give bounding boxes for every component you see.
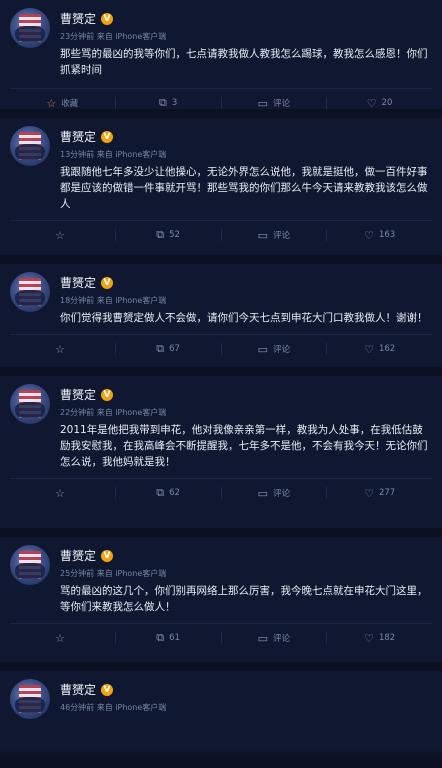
weibo-feed: 曹赟定 V 23分钟前 来自 iPhone客户端 那些骂的最凶的我等你们，七点请… xyxy=(0,0,442,768)
repost-count: 67 xyxy=(169,344,180,354)
post-time: 13分钟前 xyxy=(60,150,95,159)
repost-count: 62 xyxy=(169,488,180,498)
like-button[interactable]: ♡ 182 xyxy=(327,624,432,652)
post-text: 我跟随他七年多没少让他操心，无论外界怎么说他，我就是挺他，做一百件好事都是应该的… xyxy=(60,166,428,210)
like-button[interactable]: ♡ 162 xyxy=(327,335,432,363)
like-button[interactable]: ♡ 20 xyxy=(327,89,432,117)
post-card: 曹赟定 V 18分钟前 来自 iPhone客户端 你们觉得我曹赟定做人不会做，请… xyxy=(0,264,442,367)
repost-icon: ⧉ xyxy=(158,96,167,109)
repost-count: 52 xyxy=(169,230,180,240)
comment-button[interactable]: ▭ 评论 xyxy=(222,89,327,117)
like-count: 20 xyxy=(381,98,393,108)
avatar[interactable] xyxy=(10,8,50,48)
post-card: 曹赟定 V 46分钟前 来自 iPhone客户端 xyxy=(0,671,442,759)
comment-button[interactable]: ▭ 评论 xyxy=(222,479,327,507)
verified-badge-icon: V xyxy=(101,549,114,562)
post-card: 曹赟定 V 22分钟前 来自 iPhone客户端 2011年是他把我带到申花，他… xyxy=(0,376,442,528)
favorite-label: 收藏 xyxy=(61,99,79,109)
post-card: 曹赟定 V 13分钟前 来自 iPhone客户端 我跟随他七年多没少让他操心，无… xyxy=(0,118,442,255)
repost-button[interactable]: ⧉ 3 xyxy=(116,89,221,117)
repost-button[interactable]: ⧉ 67 xyxy=(116,335,221,363)
comment-icon: ▭ xyxy=(257,342,269,356)
comment-icon: ▭ xyxy=(257,96,269,110)
comment-label: 评论 xyxy=(273,345,291,355)
like-icon: ♡ xyxy=(364,631,374,645)
comment-icon: ▭ xyxy=(257,486,269,500)
post-time: 25分钟前 xyxy=(60,569,95,578)
repost-icon: ⧉ xyxy=(156,631,165,644)
post-text: 骂的最凶的这几个，你们别再网络上那么厉害，我今晚七点就在申花大门这里，等你们来教… xyxy=(60,585,428,613)
star-icon: ☆ xyxy=(54,631,65,645)
repost-count: 61 xyxy=(169,633,180,643)
like-icon: ♡ xyxy=(364,342,374,356)
avatar[interactable] xyxy=(10,272,50,312)
favorite-button[interactable]: ☆ xyxy=(10,624,115,652)
like-icon: ♡ xyxy=(364,486,374,500)
user-name[interactable]: 曹赟定 xyxy=(60,681,96,698)
comment-button[interactable]: ▭ 评论 xyxy=(222,221,327,249)
favorite-button[interactable]: ☆ 收藏 xyxy=(10,89,115,117)
avatar[interactable] xyxy=(10,679,50,719)
star-icon: ☆ xyxy=(46,96,57,110)
like-count: 277 xyxy=(378,488,396,498)
user-name[interactable]: 曹赟定 xyxy=(60,128,96,145)
star-icon: ☆ xyxy=(54,228,65,242)
user-name[interactable]: 曹赟定 xyxy=(60,547,96,564)
comment-label: 评论 xyxy=(273,634,291,644)
comment-label: 评论 xyxy=(273,489,291,499)
like-count: 182 xyxy=(378,633,396,643)
comment-icon: ▭ xyxy=(257,228,269,242)
avatar[interactable] xyxy=(10,384,50,424)
post-source: 来自 iPhone客户端 xyxy=(96,150,167,159)
post-source: 来自 iPhone客户端 xyxy=(96,569,167,578)
post-source: 来自 iPhone客户端 xyxy=(96,408,167,417)
like-icon: ♡ xyxy=(366,96,377,110)
user-name[interactable]: 曹赟定 xyxy=(60,386,96,403)
favorite-button[interactable]: ☆ xyxy=(10,479,115,507)
verified-badge-icon: V xyxy=(101,683,114,696)
like-icon: ♡ xyxy=(364,228,374,242)
comment-button[interactable]: ▭ 评论 xyxy=(222,624,327,652)
post-time: 22分钟前 xyxy=(60,408,95,417)
like-button[interactable]: ♡ 163 xyxy=(327,221,432,249)
verified-badge-icon: V xyxy=(101,276,114,289)
favorite-button[interactable]: ☆ xyxy=(10,221,115,249)
repost-icon: ⧉ xyxy=(156,486,165,499)
post-time: 18分钟前 xyxy=(60,296,95,305)
user-name[interactable]: 曹赟定 xyxy=(60,10,96,27)
comment-icon: ▭ xyxy=(257,631,269,645)
comment-label: 评论 xyxy=(273,99,291,109)
like-button[interactable]: ♡ 277 xyxy=(327,479,432,507)
repost-icon: ⧉ xyxy=(156,228,165,241)
repost-button[interactable]: ⧉ 61 xyxy=(116,624,221,652)
post-source: 来自 iPhone客户端 xyxy=(96,32,167,41)
repost-icon: ⧉ xyxy=(156,342,165,355)
repost-button[interactable]: ⧉ 62 xyxy=(116,479,221,507)
verified-badge-icon: V xyxy=(101,388,114,401)
like-count: 162 xyxy=(378,344,396,354)
favorite-button[interactable]: ☆ xyxy=(10,335,115,363)
repost-count: 3 xyxy=(171,98,178,108)
verified-badge-icon: V xyxy=(101,12,114,25)
star-icon: ☆ xyxy=(54,486,65,500)
like-count: 163 xyxy=(378,230,396,240)
avatar[interactable] xyxy=(10,126,50,166)
star-icon: ☆ xyxy=(54,342,65,356)
user-name[interactable]: 曹赟定 xyxy=(60,274,96,291)
repost-button[interactable]: ⧉ 52 xyxy=(116,221,221,249)
post-card: 曹赟定 V 25分钟前 来自 iPhone客户端 骂的最凶的这几个，你们别再网络… xyxy=(0,537,442,662)
comment-button[interactable]: ▭ 评论 xyxy=(222,335,327,363)
post-card: 曹赟定 V 23分钟前 来自 iPhone客户端 那些骂的最凶的我等你们，七点请… xyxy=(0,0,442,110)
post-text: 那些骂的最凶的我等你们，七点请教我做人教我怎么踢球，教我怎么感恩！你们抓紧时间 xyxy=(60,48,428,76)
post-text: 2011年是他把我带到申花，他对我像亲亲第一样，教我为人处事，在我低估鼓励我安慰… xyxy=(60,424,428,468)
post-time: 23分钟前 xyxy=(60,32,95,41)
comment-label: 评论 xyxy=(273,231,291,241)
post-source: 来自 iPhone客户端 xyxy=(96,296,167,305)
verified-badge-icon: V xyxy=(101,130,114,143)
avatar[interactable] xyxy=(10,545,50,585)
post-text: 你们觉得我曹赟定做人不会做，请你们今天七点到申花大门口教我做人！谢谢！ xyxy=(60,312,428,324)
